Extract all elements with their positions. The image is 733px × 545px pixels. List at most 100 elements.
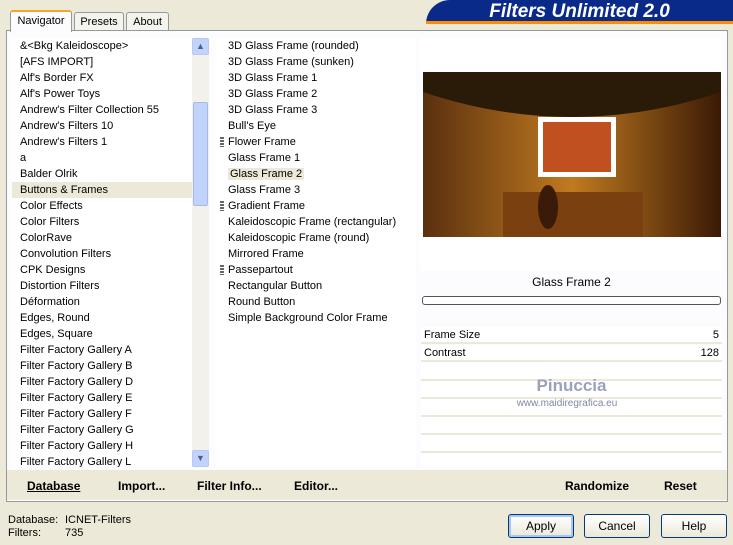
filter-item[interactable]: Simple Background Color Frame bbox=[216, 310, 416, 326]
category-item[interactable]: Filter Factory Gallery L bbox=[12, 454, 192, 467]
grip-icon bbox=[220, 137, 224, 148]
category-item[interactable]: Filter Factory Gallery H bbox=[12, 438, 192, 454]
category-item[interactable]: Buttons & Frames bbox=[12, 182, 192, 198]
category-item[interactable]: Filter Factory Gallery A bbox=[12, 342, 192, 358]
filter-name-label: Glass Frame 2 bbox=[532, 275, 611, 289]
filters-status-value: 735 bbox=[65, 527, 84, 539]
tab-navigator[interactable]: Navigator bbox=[10, 10, 72, 32]
category-item[interactable]: Distortion Filters bbox=[12, 278, 192, 294]
filter-item-label: 3D Glass Frame 1 bbox=[228, 72, 318, 84]
watermark-name: Pinuccia bbox=[536, 376, 607, 395]
scroll-down-icon[interactable]: ▼ bbox=[192, 450, 209, 467]
apply-button[interactable]: Apply bbox=[508, 514, 574, 538]
category-item[interactable]: Convolution Filters bbox=[12, 246, 192, 262]
filter-info-button[interactable]: Filter Info... bbox=[197, 479, 262, 493]
filter-item-label: Flower Frame bbox=[228, 136, 296, 148]
filter-item[interactable]: Round Button bbox=[216, 294, 416, 310]
filter-item-label: 3D Glass Frame (sunken) bbox=[228, 56, 354, 68]
filter-item-label: Kaleidoscopic Frame (rectangular) bbox=[228, 216, 397, 228]
filter-item[interactable]: Glass Frame 3 bbox=[216, 182, 416, 198]
scrollbar-thumb[interactable] bbox=[193, 102, 208, 206]
filter-item-label: Rectangular Button bbox=[228, 280, 323, 292]
filter-item[interactable]: Flower Frame bbox=[216, 134, 416, 150]
param-label: Contrast bbox=[424, 347, 466, 359]
category-item[interactable]: ColorRave bbox=[12, 230, 192, 246]
filter-item-label: 3D Glass Frame 3 bbox=[228, 104, 318, 116]
progress-bar bbox=[422, 296, 721, 305]
category-item[interactable]: Color Filters bbox=[12, 214, 192, 230]
category-item[interactable]: Alf's Power Toys bbox=[12, 86, 192, 102]
category-item[interactable]: Déformation bbox=[12, 294, 192, 310]
grip-icon bbox=[220, 201, 224, 212]
param-label: Frame Size bbox=[424, 329, 481, 341]
category-item[interactable]: Andrew's Filter Collection 55 bbox=[12, 102, 192, 118]
grip-icon bbox=[220, 265, 224, 276]
filter-item-label: Round Button bbox=[228, 296, 296, 308]
category-item[interactable]: Balder Olrik bbox=[12, 166, 192, 182]
category-list[interactable]: &<Bkg Kaleidoscope> [AFS IMPORT] Alf's Bor… bbox=[12, 38, 192, 467]
filter-item-label: 3D Glass Frame 2 bbox=[228, 88, 318, 100]
category-item[interactable]: &<Bkg Kaleidoscope> bbox=[12, 38, 192, 54]
filter-item[interactable]: Mirrored Frame bbox=[216, 246, 416, 262]
filter-item[interactable]: 3D Glass Frame (sunken) bbox=[216, 54, 416, 70]
database-status-value: ICNET-Filters bbox=[65, 514, 131, 526]
category-item[interactable]: CPK Designs bbox=[12, 262, 192, 278]
help-button[interactable]: Help bbox=[661, 514, 727, 538]
scroll-up-icon[interactable]: ▲ bbox=[192, 38, 209, 55]
filter-item[interactable]: Kaleidoscopic Frame (rectangular) bbox=[216, 214, 416, 230]
category-item[interactable]: Filter Factory Gallery F bbox=[12, 406, 192, 422]
param-value: 128 bbox=[700, 347, 719, 359]
filter-item[interactable]: Gradient Frame bbox=[216, 198, 416, 214]
filter-item[interactable]: Glass Frame 1 bbox=[216, 150, 416, 166]
app-title-banner: Filters Unlimited 2.0 bbox=[426, 0, 733, 24]
category-item[interactable]: [AFS IMPORT] bbox=[12, 54, 192, 70]
cancel-button[interactable]: Cancel bbox=[584, 514, 650, 538]
param-frame-size[interactable]: Frame Size 5 bbox=[421, 327, 722, 344]
filter-item-label: Glass Frame 3 bbox=[228, 184, 301, 196]
filter-item[interactable]: 3D Glass Frame 2 bbox=[216, 86, 416, 102]
category-item[interactable]: Andrew's Filters 1 bbox=[12, 134, 192, 150]
param-value: 5 bbox=[712, 329, 719, 341]
filter-item[interactable]: Bull's Eye bbox=[216, 118, 416, 134]
filter-item-label: 3D Glass Frame (rounded) bbox=[228, 40, 359, 52]
filter-item[interactable]: 3D Glass Frame (rounded) bbox=[216, 38, 416, 54]
filter-item-label: Mirrored Frame bbox=[228, 248, 304, 260]
category-item[interactable]: Edges, Round bbox=[12, 310, 192, 326]
tab-presets[interactable]: Presets bbox=[74, 12, 124, 31]
category-item[interactable]: Edges, Square bbox=[12, 326, 192, 342]
category-item[interactable]: Alf's Border FX bbox=[12, 70, 192, 86]
editor-button[interactable]: Editor... bbox=[294, 479, 338, 493]
database-status-label: Database: bbox=[8, 514, 59, 526]
category-item[interactable]: a bbox=[12, 150, 192, 166]
filter-item-label: Kaleidoscopic Frame (round) bbox=[228, 232, 370, 244]
category-item[interactable]: Filter Factory Gallery B bbox=[12, 358, 192, 374]
category-item[interactable]: Filter Factory Gallery D bbox=[12, 374, 192, 390]
preview-area bbox=[420, 38, 722, 271]
filter-item-label: Simple Background Color Frame bbox=[228, 312, 388, 324]
filter-item-label: Glass Frame 2 bbox=[228, 168, 305, 180]
reset-button[interactable]: Reset bbox=[664, 479, 697, 493]
randomize-button[interactable]: Randomize bbox=[565, 479, 629, 493]
filter-item[interactable]: 3D Glass Frame 3 bbox=[216, 102, 416, 118]
filter-item[interactable]: 3D Glass Frame 1 bbox=[216, 70, 416, 86]
tab-about[interactable]: About bbox=[126, 12, 169, 31]
filter-item-label: Bull's Eye bbox=[228, 120, 276, 132]
import-button[interactable]: Import... bbox=[118, 479, 165, 493]
filter-list[interactable]: 3D Glass Frame (rounded) 3D Glass Frame (… bbox=[216, 38, 416, 467]
param-contrast[interactable]: Contrast 128 bbox=[421, 345, 722, 362]
filter-item[interactable]: Passepartout bbox=[216, 262, 416, 278]
filter-item[interactable]: Kaleidoscopic Frame (round) bbox=[216, 230, 416, 246]
category-item[interactable]: Andrew's Filters 10 bbox=[12, 118, 192, 134]
filter-item-label: Glass Frame 1 bbox=[228, 152, 301, 164]
filters-status-label: Filters: bbox=[8, 527, 41, 539]
filter-item[interactable]: Glass Frame 2 bbox=[216, 166, 416, 182]
watermark-url: www.maidiregrafica.eu bbox=[516, 398, 618, 409]
filter-item[interactable]: Rectangular Button bbox=[216, 278, 416, 294]
filter-item-label: Passepartout bbox=[228, 264, 293, 276]
category-item[interactable]: Filter Factory Gallery G bbox=[12, 422, 192, 438]
preview-image bbox=[423, 72, 721, 237]
filter-item-label: Gradient Frame bbox=[228, 200, 306, 212]
category-item[interactable]: Color Effects bbox=[12, 198, 192, 214]
category-item[interactable]: Filter Factory Gallery E bbox=[12, 390, 192, 406]
database-button[interactable]: Database bbox=[27, 479, 80, 493]
